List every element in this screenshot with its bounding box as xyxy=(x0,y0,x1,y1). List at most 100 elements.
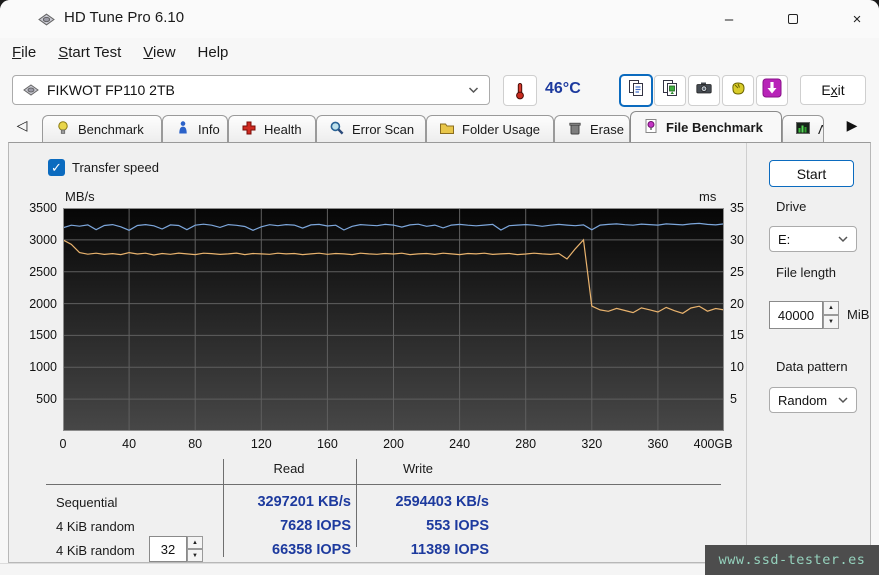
spin-up-icon[interactable]: ▲ xyxy=(187,536,203,549)
checkbox-checked-icon[interactable]: ✓ xyxy=(48,159,65,176)
data-pattern-select[interactable]: Random xyxy=(769,387,857,413)
copy-image-icon xyxy=(661,79,679,102)
write-column-header: Write xyxy=(403,461,433,476)
app-window: HD Tune Pro 6.10 – × FileStart TestViewH… xyxy=(0,0,879,575)
download-icon xyxy=(762,78,782,103)
x-tick: 200 xyxy=(383,437,404,451)
menu-item-view[interactable]: View xyxy=(133,41,185,64)
hand-icon xyxy=(729,79,747,102)
tab-label: Health xyxy=(264,122,302,137)
magnifier-icon xyxy=(329,120,345,139)
x-tick: 280 xyxy=(515,437,536,451)
menu-item-help[interactable]: Help xyxy=(188,41,239,64)
y-right-tick: 20 xyxy=(730,297,770,311)
tab-benchmark[interactable]: Benchmark xyxy=(42,115,162,142)
y-right-axis-unit: ms xyxy=(699,189,716,204)
spin-down-icon[interactable]: ▼ xyxy=(187,549,203,562)
file-length-input[interactable]: 40000 xyxy=(769,301,823,329)
tab-label: File Benchmark xyxy=(666,120,763,135)
copy-image-button[interactable] xyxy=(654,75,686,106)
x-tick: 120 xyxy=(251,437,272,451)
tab-strip: ◁ Benchmark Info Health Error Scan Folder Us… xyxy=(0,112,879,142)
y-left-tick: 1000 xyxy=(9,360,57,374)
y-right-tick: 15 xyxy=(730,328,770,342)
drive-selector-value: FIKWOT FP110 2TB xyxy=(47,82,468,98)
random-write-value: 553 IOPS xyxy=(426,518,489,534)
watermark: www.ssd-tester.es xyxy=(705,545,879,575)
y-left-tick: 3500 xyxy=(9,201,57,215)
cross-icon xyxy=(241,120,257,139)
app-disk-icon xyxy=(38,11,55,28)
menu-item-file[interactable]: File xyxy=(2,41,46,64)
random-read-value: 7628 IOPS xyxy=(280,518,351,534)
file-benchmark-panel: ✓ Transfer speed MB/s ms 350030002500200… xyxy=(8,142,871,563)
tab-health[interactable]: Health xyxy=(228,115,316,142)
file-length-spinner[interactable]: ▲ ▼ xyxy=(823,301,839,329)
maximize-button[interactable] xyxy=(770,0,816,38)
menu-item-start-test[interactable]: Start Test xyxy=(48,41,131,64)
table-header-rule xyxy=(46,484,721,485)
y-left-tick: 2500 xyxy=(9,265,57,279)
benchmark-chart xyxy=(63,208,724,431)
menu-bar: FileStart TestViewHelp xyxy=(0,38,879,66)
camera-icon xyxy=(695,79,713,102)
tab-label: Folder Usage xyxy=(462,122,540,137)
chevron-down-icon xyxy=(838,235,848,243)
tab-file-benchmark[interactable]: File Benchmark xyxy=(630,111,782,142)
tab-scroll-left-button[interactable]: ◁ xyxy=(12,117,32,134)
thermometer-icon xyxy=(512,82,528,100)
random-qd32-write-value: 11389 IOPS xyxy=(411,542,489,558)
y-right-tick: 10 xyxy=(730,360,770,374)
file-length-unit: MiB xyxy=(847,307,869,322)
side-panel-divider xyxy=(746,143,747,562)
close-button[interactable]: × xyxy=(834,0,879,38)
buy-button[interactable] xyxy=(722,75,754,106)
row-label-sequential: Sequential xyxy=(56,495,117,510)
y-left-axis-unit: MB/s xyxy=(65,189,95,204)
y-left-tick: 1500 xyxy=(9,328,57,342)
maximize-icon xyxy=(788,14,798,24)
copy-icon xyxy=(627,79,645,102)
bulb-icon xyxy=(55,120,71,139)
exit-button[interactable]: Exit xyxy=(800,75,866,105)
tab-error-scan[interactable]: Error Scan xyxy=(316,115,426,142)
queue-depth-spinner[interactable]: ▲ ▼ xyxy=(187,536,203,562)
row-label-4kib-random-qd: 4 KiB random xyxy=(56,543,135,558)
tab-scroll-right-button[interactable]: ▶ xyxy=(842,117,862,134)
drive-select-value: E: xyxy=(778,232,838,247)
spin-up-icon[interactable]: ▲ xyxy=(823,301,839,315)
tab-folder-usage[interactable]: Folder Usage xyxy=(426,115,554,142)
tab-label: Error Scan xyxy=(352,122,414,137)
transfer-speed-checkbox-row[interactable]: ✓ Transfer speed xyxy=(48,159,159,176)
purple-bulb-icon xyxy=(643,118,659,137)
x-tick: 400GB xyxy=(694,437,733,451)
row-label-4kib-random: 4 KiB random xyxy=(56,519,135,534)
drive-label: Drive xyxy=(776,199,806,214)
exit-label: Exit xyxy=(821,82,844,98)
screenshot-button[interactable] xyxy=(688,75,720,106)
chevron-down-icon xyxy=(468,86,479,94)
start-button[interactable]: Start xyxy=(769,160,854,187)
x-tick: 360 xyxy=(647,437,668,451)
queue-depth-input[interactable]: 32 xyxy=(149,536,187,562)
sequential-write-value: 2594403 KB/s xyxy=(395,494,489,510)
tab-info[interactable]: Info xyxy=(162,115,228,142)
person-icon xyxy=(175,120,191,139)
save-button[interactable] xyxy=(756,75,788,106)
copy-to-clipboard-button[interactable] xyxy=(620,75,652,106)
temperature-value: 46°C xyxy=(545,80,581,98)
data-pattern-label: Data pattern xyxy=(776,359,848,374)
tab-[interactable]: Λ. xyxy=(782,115,824,142)
drive-selector[interactable]: FIKWOT FP110 2TB xyxy=(12,75,490,105)
drive-select[interactable]: E: xyxy=(769,226,857,252)
temperature-button[interactable] xyxy=(503,75,537,106)
spin-down-icon[interactable]: ▼ xyxy=(823,315,839,329)
folder-icon xyxy=(439,120,455,139)
minimize-button[interactable]: – xyxy=(706,0,752,38)
tab-label: Info xyxy=(198,122,220,137)
tab-erase[interactable]: Erase xyxy=(554,115,630,142)
tab-label: Benchmark xyxy=(78,122,144,137)
table-divider-2 xyxy=(356,459,357,547)
tabs: Benchmark Info Health Error Scan Folder Usag… xyxy=(42,112,824,142)
x-tick: 160 xyxy=(317,437,338,451)
